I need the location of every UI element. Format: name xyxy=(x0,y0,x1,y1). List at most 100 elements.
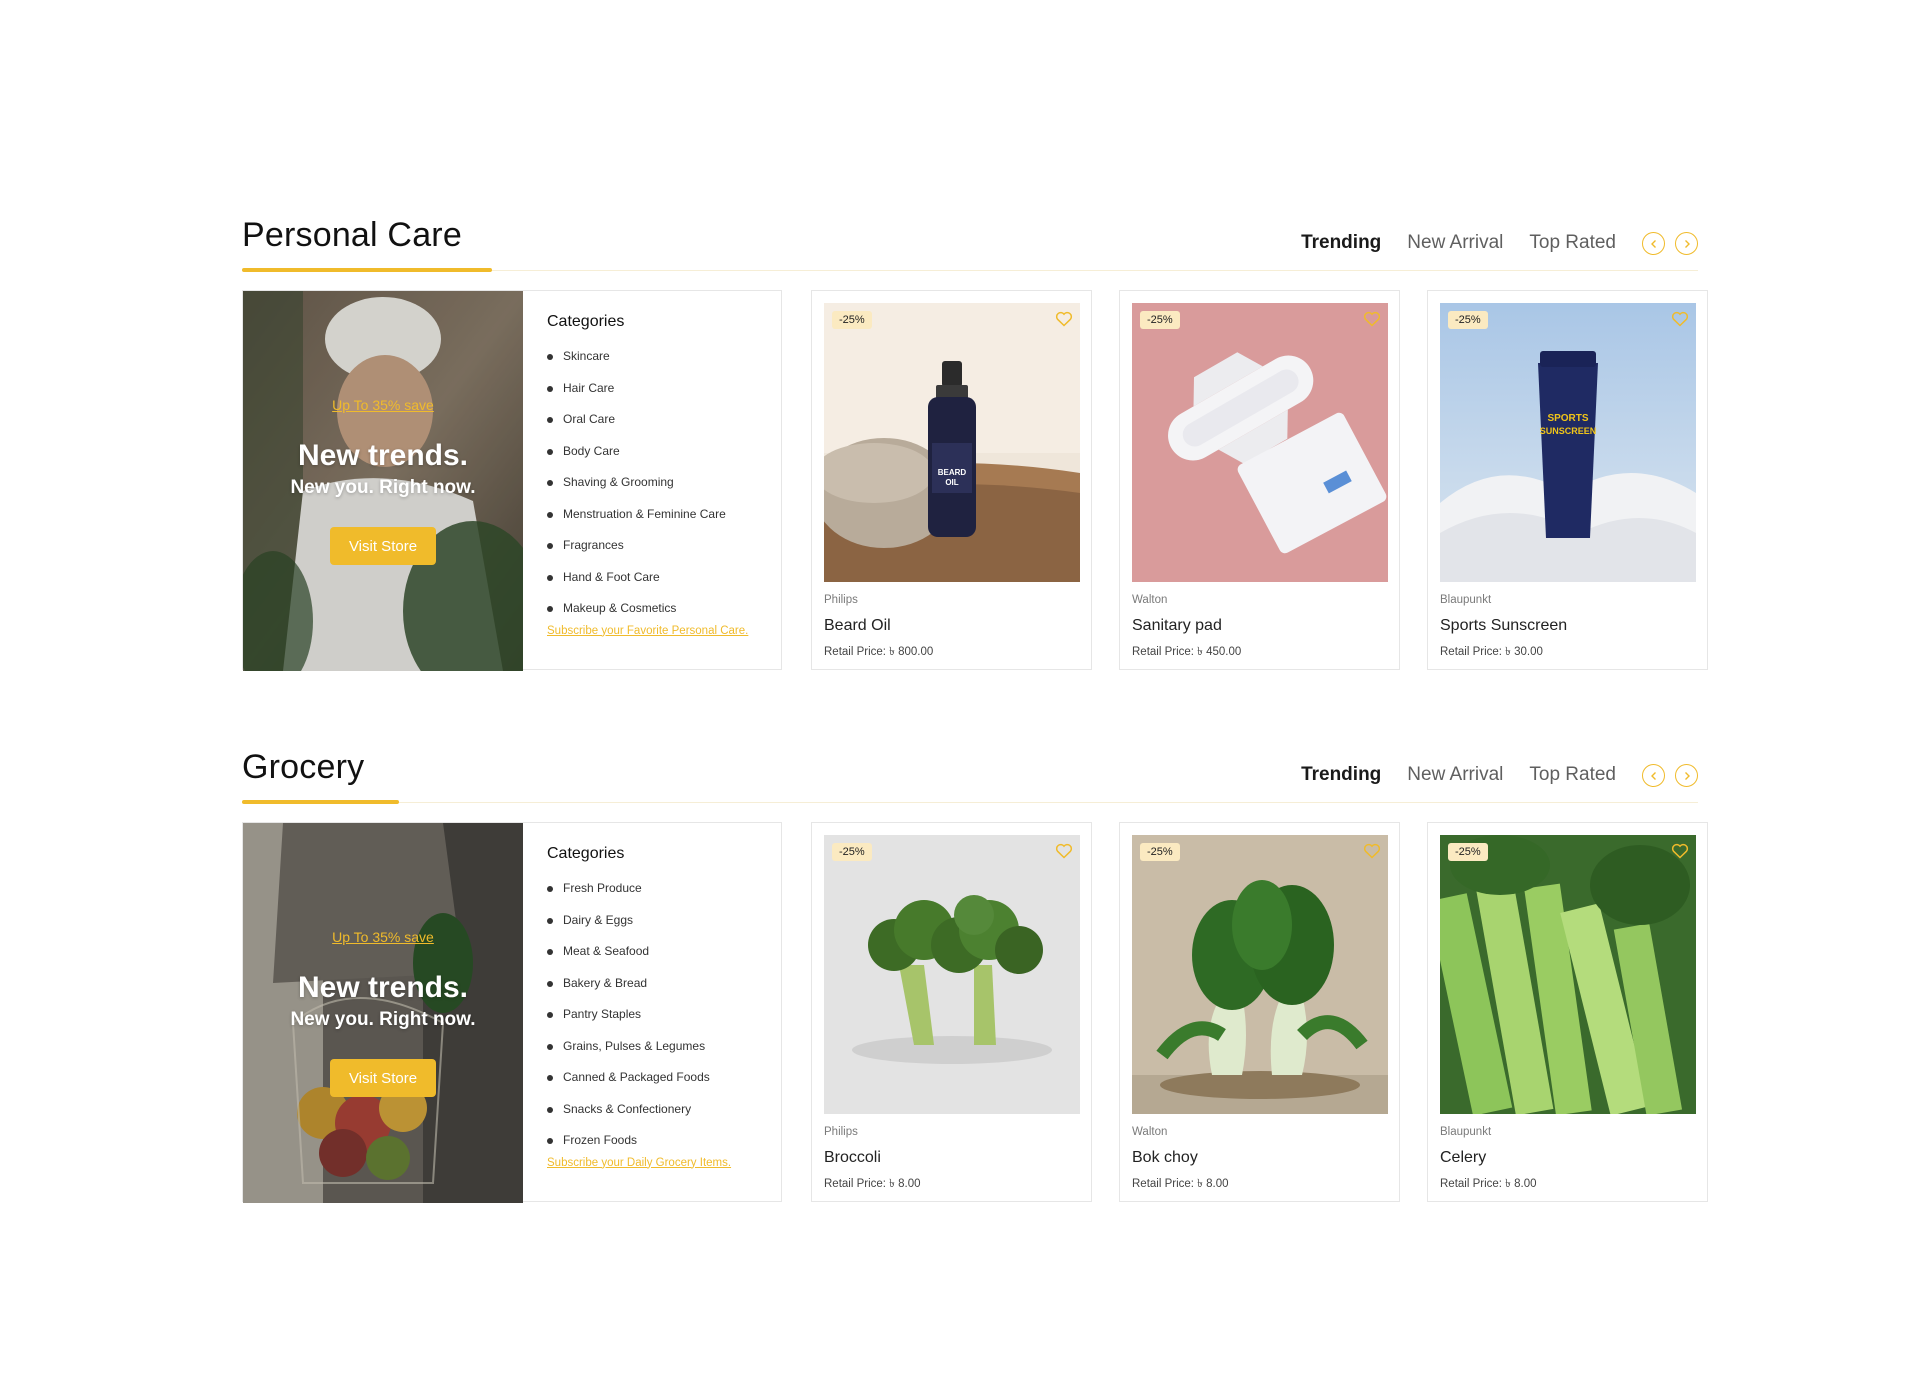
visit-store-button[interactable]: Visit Store xyxy=(330,527,436,565)
tab-top-rated[interactable]: Top Rated xyxy=(1529,232,1616,254)
heart-icon[interactable] xyxy=(1055,843,1073,859)
subscribe-link[interactable]: Subscribe your Daily Grocery Items. xyxy=(547,1157,783,1169)
svg-text:OIL: OIL xyxy=(945,478,958,487)
section-title: Grocery xyxy=(242,748,365,786)
promo-panel: Up To 35% save New trends. New you. Righ… xyxy=(242,290,783,671)
product-name[interactable]: Sports Sunscreen xyxy=(1440,617,1567,635)
promo-save-link[interactable]: Up To 35% save xyxy=(243,397,523,413)
product-card[interactable]: BEARD OIL -25% Philips Beard Oil Retail … xyxy=(811,290,1092,670)
category-item[interactable]: Skincare xyxy=(547,341,783,373)
category-item[interactable]: Body Care xyxy=(547,436,783,468)
svg-text:BEARD: BEARD xyxy=(938,468,967,477)
category-item[interactable]: Fresh Produce xyxy=(547,873,783,905)
chevron-left-icon[interactable] xyxy=(1642,232,1665,255)
product-name[interactable]: Beard Oil xyxy=(824,617,891,635)
personal-care-section: Personal Care Trending New Arrival Top R… xyxy=(242,210,1708,671)
promo-headline: New trends. xyxy=(297,971,469,1004)
category-item[interactable]: Pantry Staples xyxy=(547,999,783,1031)
product-name[interactable]: Celery xyxy=(1440,1149,1486,1167)
grocery-section: Grocery Trending New Arrival Top Rated U… xyxy=(242,742,1708,1203)
categories-list: Skincare Hair Care Oral Care Body Care S… xyxy=(547,341,783,625)
product-card[interactable]: SPORTS SUNSCREEN -25% Blaupunkt Sports S… xyxy=(1427,290,1708,670)
tab-trending[interactable]: Trending xyxy=(1301,764,1381,786)
category-item[interactable]: Shaving & Grooming xyxy=(547,467,783,499)
category-item[interactable]: Hand & Foot Care xyxy=(547,562,783,594)
product-name[interactable]: Sanitary pad xyxy=(1132,617,1222,635)
category-item[interactable]: Snacks & Confectionery xyxy=(547,1094,783,1126)
category-item[interactable]: Dairy & Eggs xyxy=(547,905,783,937)
tab-new-arrival[interactable]: New Arrival xyxy=(1407,232,1503,254)
heart-icon[interactable] xyxy=(1363,843,1381,859)
subscribe-link[interactable]: Subscribe your Favorite Personal Care. xyxy=(547,625,783,637)
section-header: Personal Care Trending New Arrival Top R… xyxy=(242,210,1698,272)
product-card[interactable]: -25% Walton Sanitary pad Retail Price: ৳… xyxy=(1119,290,1400,670)
carousel-arrows xyxy=(1642,764,1698,787)
category-item[interactable]: Canned & Packaged Foods xyxy=(547,1062,783,1094)
category-item[interactable]: Menstruation & Feminine Care xyxy=(547,499,783,531)
discount-badge: -25% xyxy=(832,843,872,861)
product-price: Retail Price: ৳ 8.00 xyxy=(1440,1178,1537,1190)
product-card[interactable]: -25% Blaupunkt Celery Retail Price: ৳ 8.… xyxy=(1427,822,1708,1202)
heart-icon[interactable] xyxy=(1671,843,1689,859)
beard-oil-bottle-image: BEARD OIL xyxy=(824,303,1080,582)
category-item[interactable]: Meat & Seafood xyxy=(547,936,783,968)
product-name[interactable]: Bok choy xyxy=(1132,1149,1198,1167)
product-price: Retail Price: ৳ 8.00 xyxy=(824,1178,921,1190)
category-item[interactable]: Oral Care xyxy=(547,404,783,436)
product-brand: Philips xyxy=(824,594,858,606)
section-title-underline xyxy=(242,800,399,804)
categories-title: Categories xyxy=(547,313,625,330)
categories-panel: Categories Skincare Hair Care Oral Care … xyxy=(523,291,783,671)
section-title: Personal Care xyxy=(242,216,462,254)
categories-title: Categories xyxy=(547,845,625,862)
promo-subheadline: New you. Right now. xyxy=(290,1009,476,1030)
tab-new-arrival[interactable]: New Arrival xyxy=(1407,764,1503,786)
section-header: Grocery Trending New Arrival Top Rated xyxy=(242,742,1698,804)
promo-banner: Up To 35% save New trends. New you. Righ… xyxy=(243,291,523,671)
product-price: Retail Price: ৳ 30.00 xyxy=(1440,646,1543,658)
section-divider xyxy=(242,802,1698,803)
discount-badge: -25% xyxy=(1448,843,1488,861)
discount-badge: -25% xyxy=(832,311,872,329)
sunscreen-tube-image: SPORTS SUNSCREEN xyxy=(1440,303,1696,582)
product-brand: Walton xyxy=(1132,1126,1168,1138)
promo-save-link[interactable]: Up To 35% save xyxy=(243,929,523,945)
section-tabs: Trending New Arrival Top Rated xyxy=(1301,232,1616,254)
product-card[interactable]: -25% Walton Bok choy Retail Price: ৳ 8.0… xyxy=(1119,822,1400,1202)
heart-icon[interactable] xyxy=(1363,311,1381,327)
product-brand: Blaupunkt xyxy=(1440,594,1492,606)
promo-headline: New trends. xyxy=(297,439,469,472)
category-item[interactable]: Hair Care xyxy=(547,373,783,405)
promo-banner: Up To 35% save New trends. New you. Righ… xyxy=(243,823,523,1203)
chevron-right-icon[interactable] xyxy=(1675,764,1698,787)
product-name[interactable]: Broccoli xyxy=(824,1149,881,1167)
discount-badge: -25% xyxy=(1140,311,1180,329)
sanitary-pad-image xyxy=(1132,303,1388,582)
promo-panel: Up To 35% save New trends. New you. Righ… xyxy=(242,822,783,1203)
visit-store-button[interactable]: Visit Store xyxy=(330,1059,436,1097)
product-card[interactable]: -25% Philips Broccoli Retail Price: ৳ 8.… xyxy=(811,822,1092,1202)
chevron-right-icon[interactable] xyxy=(1675,232,1698,255)
category-item[interactable]: Frozen Foods xyxy=(547,1125,783,1157)
category-item[interactable]: Makeup & Cosmetics xyxy=(547,593,783,625)
discount-badge: -25% xyxy=(1140,843,1180,861)
section-body: Up To 35% save New trends. New you. Righ… xyxy=(242,290,1708,671)
discount-badge: -25% xyxy=(1448,311,1488,329)
product-brand: Philips xyxy=(824,1126,858,1138)
svg-text:SPORTS: SPORTS xyxy=(1547,413,1588,424)
section-title-underline xyxy=(242,268,492,272)
category-item[interactable]: Fragrances xyxy=(547,530,783,562)
categories-list: Fresh Produce Dairy & Eggs Meat & Seafoo… xyxy=(547,873,783,1157)
tab-trending[interactable]: Trending xyxy=(1301,232,1381,254)
svg-text:SUNSCREEN: SUNSCREEN xyxy=(1540,426,1597,436)
category-item[interactable]: Bakery & Bread xyxy=(547,968,783,1000)
heart-icon[interactable] xyxy=(1671,311,1689,327)
tab-top-rated[interactable]: Top Rated xyxy=(1529,764,1616,786)
category-item[interactable]: Grains, Pulses & Legumes xyxy=(547,1031,783,1063)
product-price: Retail Price: ৳ 8.00 xyxy=(1132,1178,1229,1190)
section-tabs: Trending New Arrival Top Rated xyxy=(1301,764,1616,786)
product-brand: Blaupunkt xyxy=(1440,1126,1492,1138)
celery-image xyxy=(1440,835,1696,1114)
chevron-left-icon[interactable] xyxy=(1642,764,1665,787)
heart-icon[interactable] xyxy=(1055,311,1073,327)
